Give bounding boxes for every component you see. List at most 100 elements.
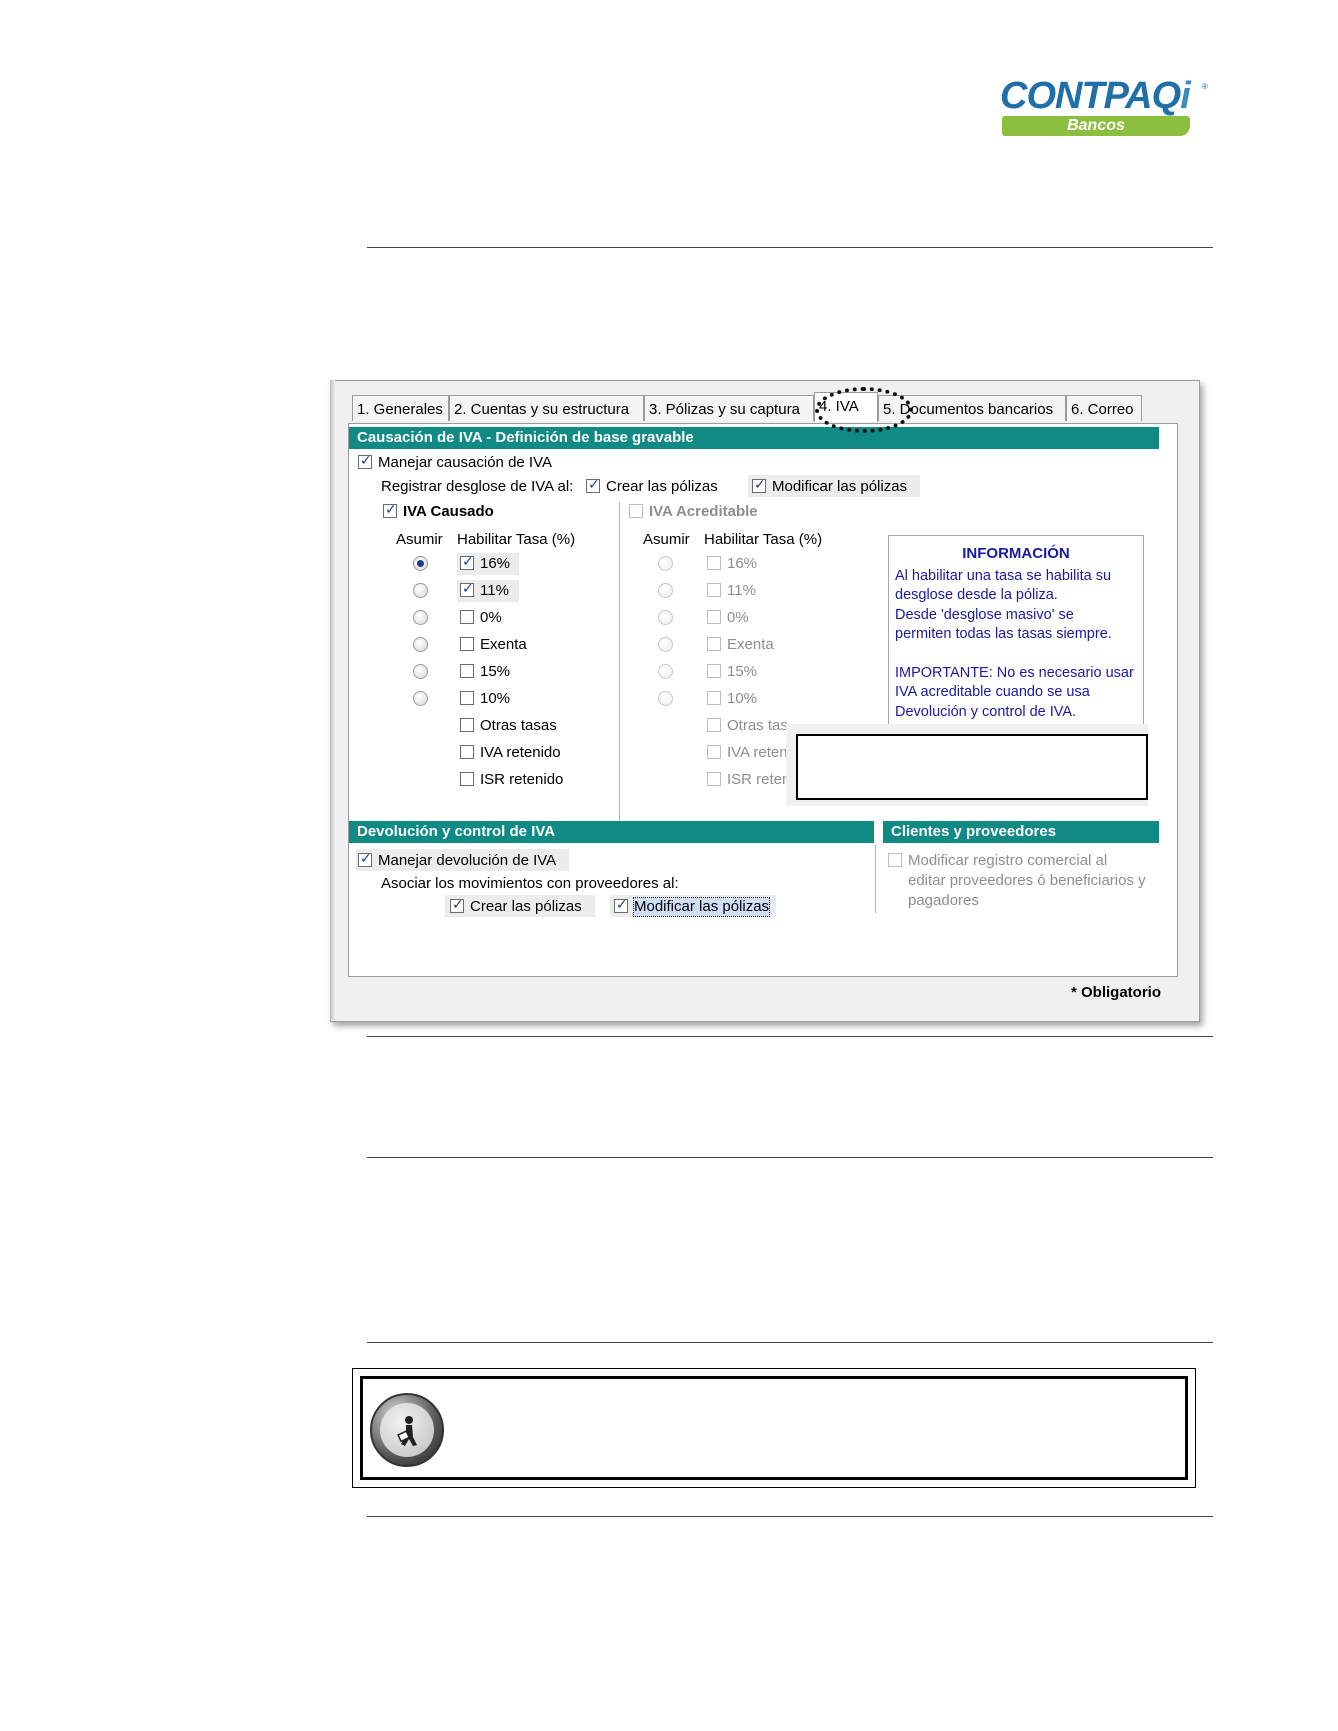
acreditable-rate-label: IVA reten <box>727 744 788 761</box>
obligatorio-note: * Obligatorio <box>1071 984 1161 1001</box>
causado-rate-checkbox[interactable] <box>460 581 474 597</box>
note-box <box>360 1376 1188 1480</box>
acreditable-rate-checkbox[interactable] <box>707 637 721 651</box>
crear-polizas-label: Crear las pólizas <box>606 478 718 495</box>
causado-rate-checkbox[interactable] <box>460 691 474 705</box>
acreditable-asumir-radio[interactable] <box>658 691 673 706</box>
causado-asumir-radio[interactable] <box>413 637 428 652</box>
manejar-causacion-label: Manejar causación de IVA <box>378 454 552 471</box>
divider <box>367 1157 1213 1158</box>
manejar-devolucion-checkbox[interactable] <box>358 851 372 867</box>
causado-rate-checkbox[interactable] <box>460 610 474 624</box>
modificar-registro-label-line2: editar proveedores ó beneficiarios y <box>908 872 1146 889</box>
devolucion-modificar-polizas-checkbox[interactable] <box>614 897 628 913</box>
tab-generales[interactable]: 1. Generales <box>352 395 449 421</box>
acreditable-rate-label: 15% <box>727 663 758 680</box>
devolucion-crear-polizas-label: Crear las pólizas <box>470 898 582 915</box>
devolucion-crear-polizas-checkbox[interactable] <box>450 897 464 913</box>
causado-asumir-radio[interactable] <box>413 691 428 706</box>
acreditable-rate-label: 11% <box>727 582 756 599</box>
modificar-registro-label-line3: pagadores <box>908 892 979 909</box>
acreditable-rate-checkbox[interactable] <box>707 691 721 705</box>
acreditable-asumir-radio[interactable] <box>658 637 673 652</box>
divider <box>367 1036 1213 1037</box>
acreditable-asumir-radio[interactable] <box>658 583 673 598</box>
causado-rate-label: 15% <box>480 663 511 680</box>
iva-causado-title: IVA Causado <box>403 503 494 520</box>
acreditable-rate-label: 16% <box>727 555 758 572</box>
causado-rate-checkbox[interactable] <box>460 745 474 759</box>
modificar-registro-comercial-checkbox[interactable] <box>888 853 902 867</box>
causado-asumir-radio[interactable] <box>413 556 428 571</box>
iva-acreditable-checkbox[interactable] <box>629 504 643 518</box>
manejar-causacion-checkbox[interactable] <box>358 453 372 469</box>
tab-correo[interactable]: 6. Correo <box>1066 395 1142 421</box>
manejar-devolucion-label: Manejar devolución de IVA <box>378 852 557 869</box>
registrar-desglose-label: Registrar desglose de IVA al: <box>381 478 574 495</box>
acreditable-habilitar-header: Habilitar Tasa (%) <box>704 531 823 548</box>
crear-polizas-checkbox[interactable] <box>586 477 600 493</box>
contpaqi-bancos-logo: CONTPAQi ® Bancos <box>1000 76 1210 138</box>
acreditable-rate-checkbox[interactable] <box>707 556 721 570</box>
acreditable-rate-label: Exenta <box>727 636 774 653</box>
causado-rate-label: 10% <box>480 690 511 707</box>
causado-rate-label: IVA retenido <box>480 744 561 761</box>
logo-product-name: Bancos <box>1002 116 1190 136</box>
acreditable-rate-checkbox[interactable] <box>707 718 721 732</box>
acreditable-rate-checkbox[interactable] <box>707 664 721 678</box>
causado-rate-checkbox[interactable] <box>460 772 474 786</box>
causado-asumir-radio[interactable] <box>413 664 428 679</box>
section-divider <box>875 845 876 913</box>
asumir-column-header: Asumir <box>396 531 443 548</box>
acreditable-asumir-radio[interactable] <box>658 610 673 625</box>
causado-rate-label: 0% <box>480 609 502 626</box>
logo-registered-mark: ® <box>1202 82 1208 91</box>
informacion-importante: IMPORTANTE: No es necesario usar IVA acr… <box>895 664 1134 720</box>
causado-rate-label: ISR retenido <box>480 771 564 788</box>
causado-rate-label: 11% <box>480 582 509 599</box>
devolucion-modificar-polizas-label: Modificar las pólizas <box>632 897 771 917</box>
acreditable-rate-checkbox[interactable] <box>707 583 721 597</box>
causado-rate-label: Exenta <box>480 636 527 653</box>
note-person-icon <box>370 1393 444 1467</box>
modificar-polizas-label: Modificar las pólizas <box>772 478 908 495</box>
divider <box>367 1342 1213 1343</box>
causado-asumir-radio[interactable] <box>413 610 428 625</box>
logo-wordmark: CONTPAQ <box>1000 75 1181 117</box>
clientes-proveedores-header: Clientes y proveedores <box>883 821 1159 843</box>
acreditable-rate-checkbox[interactable] <box>707 745 721 759</box>
habilitar-tasa-column-header: Habilitar Tasa (%) <box>457 531 576 548</box>
acreditable-rate-checkbox[interactable] <box>707 610 721 624</box>
devolucion-header: Devolución y control de IVA <box>349 821 874 843</box>
causado-rate-checkbox[interactable] <box>460 664 474 678</box>
acreditable-asumir-radio[interactable] <box>658 556 673 571</box>
informacion-box: INFORMACIÓN Al habilitar una tasa se hab… <box>888 535 1144 727</box>
causado-rate-checkbox[interactable] <box>460 554 474 570</box>
tab-cuentas[interactable]: 2. Cuentas y su estructura <box>449 395 644 421</box>
asociar-movimientos-label: Asociar los movimientos con proveedores … <box>381 875 679 892</box>
tab-polizas[interactable]: 3. Pólizas y su captura <box>644 395 814 421</box>
causado-rate-label: 16% <box>480 555 511 572</box>
causado-rate-checkbox[interactable] <box>460 637 474 651</box>
informacion-text: Al habilitar una tasa se habilita su des… <box>895 567 1112 643</box>
causado-asumir-radio[interactable] <box>413 583 428 598</box>
divider <box>367 247 1213 248</box>
divider <box>367 1516 1213 1517</box>
causado-rate-checkbox[interactable] <box>460 718 474 732</box>
callout-box <box>796 734 1148 800</box>
acreditable-rate-label: 10% <box>727 690 758 707</box>
modificar-registro-label-line1: Modificar registro comercial al <box>908 852 1108 869</box>
logo-i-letter: i <box>1180 75 1191 117</box>
highlight-oval <box>815 387 913 433</box>
person-figure-icon <box>397 1416 417 1446</box>
acreditable-rate-label: 0% <box>727 609 749 626</box>
iva-acreditable-title: IVA Acreditable <box>649 503 758 520</box>
acreditable-asumir-radio[interactable] <box>658 664 673 679</box>
column-divider <box>619 502 620 824</box>
acreditable-asumir-header: Asumir <box>643 531 690 548</box>
acreditable-rate-checkbox[interactable] <box>707 772 721 786</box>
dialog-edge <box>330 380 335 1020</box>
iva-causado-checkbox[interactable] <box>383 502 397 518</box>
modificar-polizas-checkbox[interactable] <box>752 477 766 493</box>
causado-rate-label: Otras tasas <box>480 717 557 734</box>
